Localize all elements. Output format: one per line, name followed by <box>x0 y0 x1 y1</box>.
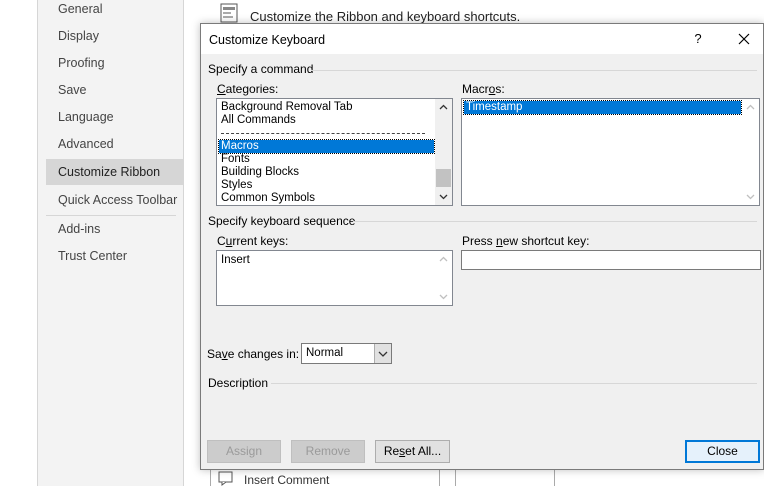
list-item[interactable]: Background Removal Tab <box>219 101 352 114</box>
categories-scrollbar[interactable] <box>435 99 452 205</box>
customize-ribbon-heading: Customize the Ribbon and keyboard shortc… <box>250 9 521 24</box>
list-item[interactable]: Insert <box>219 254 250 267</box>
list-item[interactable]: Common Symbols <box>219 192 315 205</box>
scroll-down-button[interactable] <box>435 289 452 305</box>
specify-command-group-label: Specify a command <box>208 62 314 76</box>
chevron-up-icon <box>746 104 755 110</box>
scroll-down-button[interactable] <box>435 189 452 205</box>
sidebar-item-proofing[interactable]: Proofing <box>46 50 183 76</box>
scroll-up-button[interactable] <box>742 99 759 115</box>
chevron-down-icon <box>746 194 755 200</box>
chevron-down-icon <box>439 194 448 200</box>
save-changes-dropdown[interactable]: Normal <box>301 343 392 364</box>
list-item[interactable]: Styles <box>219 179 252 192</box>
window-left-strip <box>0 0 38 486</box>
sidebar-item-quick-access-toolbar[interactable]: Quick Access Toolbar <box>46 187 183 213</box>
list-separator <box>221 133 425 134</box>
close-window-button[interactable] <box>729 26 759 52</box>
insert-comment-icon <box>218 471 233 486</box>
macros-label: Macros: <box>462 82 505 96</box>
help-button[interactable]: ? <box>683 26 713 52</box>
list-item[interactable]: All Commands <box>219 114 296 127</box>
remove-button[interactable]: Remove <box>291 440 365 463</box>
group-divider <box>271 383 757 384</box>
options-sidebar: General Display Proofing Save Language A… <box>38 0 184 486</box>
macros-scrollbar[interactable] <box>742 99 759 205</box>
assign-button[interactable]: Assign <box>207 440 281 463</box>
dropdown-button[interactable] <box>374 344 391 363</box>
current-keys-listbox[interactable]: Insert <box>216 250 453 306</box>
sidebar-item-advanced[interactable]: Advanced <box>46 131 183 157</box>
chevron-down-icon <box>439 294 448 300</box>
categories-listbox[interactable]: Background Removal Tab All Commands Macr… <box>216 98 453 206</box>
save-changes-value: Normal <box>306 347 344 359</box>
sidebar-item-trust-center[interactable]: Trust Center <box>46 243 183 269</box>
sidebar-item-display[interactable]: Display <box>46 23 183 49</box>
group-divider <box>311 70 757 71</box>
list-item[interactable]: Fonts <box>219 153 250 166</box>
sidebar-item-save[interactable]: Save <box>46 77 183 103</box>
list-item[interactable]: Building Blocks <box>219 166 299 179</box>
list-item-insert-comment[interactable]: Insert Comment <box>244 473 329 486</box>
new-shortcut-input[interactable] <box>461 250 761 270</box>
scroll-down-button[interactable] <box>742 189 759 205</box>
dialog-title: Customize Keyboard <box>209 33 326 47</box>
current-keys-scrollbar[interactable] <box>435 251 452 305</box>
sidebar-item-language[interactable]: Language <box>46 104 183 130</box>
close-icon <box>738 33 750 45</box>
customize-keyboard-dialog: Customize Keyboard ? Specify a command C… <box>200 23 764 470</box>
customize-ribbon-icon <box>220 3 238 23</box>
group-divider <box>353 221 757 222</box>
description-group-label: Description <box>208 376 269 390</box>
scroll-up-button[interactable] <box>435 99 452 115</box>
new-shortcut-label: Press new shortcut key: <box>462 234 590 248</box>
macros-listbox[interactable]: Timestamp <box>461 98 760 206</box>
sidebar-item-add-ins[interactable]: Add-ins <box>46 216 183 242</box>
help-icon: ? <box>694 31 702 46</box>
reset-all-button[interactable]: Reset All... <box>375 440 450 463</box>
close-button[interactable]: Close <box>685 440 760 463</box>
scroll-up-button[interactable] <box>435 251 452 267</box>
chevron-up-icon <box>439 256 448 262</box>
save-changes-label: Save changes in: <box>207 347 300 361</box>
list-item-selected[interactable]: Timestamp <box>463 100 742 115</box>
scrollbar-thumb[interactable] <box>436 169 451 187</box>
chevron-down-icon <box>378 351 388 357</box>
chevron-up-icon <box>439 104 448 110</box>
sidebar-item-general[interactable]: General <box>46 0 183 22</box>
dialog-titlebar[interactable]: Customize Keyboard ? <box>201 24 763 54</box>
list-item-selected[interactable]: Macros <box>218 139 435 154</box>
sidebar-item-customize-ribbon[interactable]: Customize Ribbon <box>46 159 183 185</box>
categories-label: Categories: <box>217 82 279 96</box>
keyboard-sequence-group-label: Specify keyboard sequence <box>208 214 356 228</box>
current-keys-label: Current keys: <box>217 234 289 248</box>
